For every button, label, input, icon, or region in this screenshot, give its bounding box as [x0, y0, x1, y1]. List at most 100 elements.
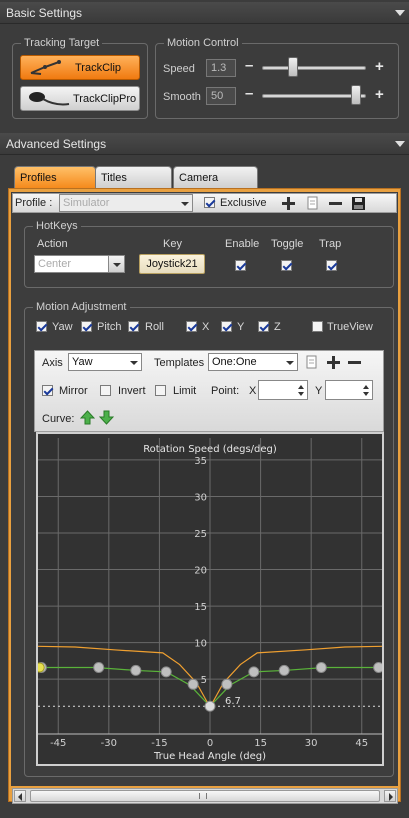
- trap-checkbox[interactable]: [326, 260, 337, 271]
- axis-select-value: Yaw: [72, 356, 93, 368]
- trackclip-button[interactable]: TrackClip: [20, 55, 140, 80]
- enable-checkbox[interactable]: [235, 260, 246, 271]
- copy-icon[interactable]: [305, 196, 320, 211]
- minus-icon[interactable]: [328, 196, 343, 211]
- grip-icon: [199, 793, 207, 799]
- curve-control-point: [373, 661, 385, 673]
- scroll-right-button[interactable]: [384, 790, 396, 802]
- curve-chart[interactable]: 5 10 15 20 25 30 35 -45 -30 -15 0 15 30 45 Rotation Sp…: [34, 432, 385, 766]
- y-tick-label: 5: [201, 675, 207, 686]
- smooth-label: Smooth: [163, 91, 201, 103]
- limit-checkbox[interactable]: [155, 385, 166, 396]
- minus-icon[interactable]: [347, 355, 362, 370]
- profile-select[interactable]: Simulator: [59, 194, 193, 212]
- exclusive-label: Exclusive: [220, 197, 267, 209]
- hotkeys-title: HotKeys: [33, 219, 81, 233]
- action-dropdown-button[interactable]: [108, 255, 125, 273]
- arrow-down-icon[interactable]: [99, 410, 114, 425]
- motion-adjustment-title: Motion Adjustment: [33, 300, 130, 314]
- speed-decrease-button[interactable]: –: [245, 58, 253, 73]
- scroll-left-button[interactable]: [14, 790, 26, 802]
- mirror-checkbox[interactable]: [42, 385, 53, 396]
- scroll-thumb[interactable]: [30, 790, 380, 802]
- key-button-label: Joystick21: [146, 258, 198, 270]
- trackclippro-device-icon: [29, 92, 70, 106]
- curve-control-point: [278, 664, 290, 676]
- chevron-left-icon: [18, 793, 22, 801]
- axis-select[interactable]: Yaw: [68, 353, 142, 371]
- tab-profiles[interactable]: Profiles: [14, 166, 96, 188]
- smooth-decrease-button[interactable]: –: [245, 86, 253, 101]
- y-checkbox[interactable]: [221, 321, 232, 332]
- trueview-checkbox[interactable]: [312, 321, 323, 332]
- point-x-spinner[interactable]: [258, 380, 308, 400]
- add-icon[interactable]: [281, 196, 296, 211]
- smooth-slider-thumb[interactable]: [351, 85, 362, 105]
- y-tick-label: 30: [194, 492, 207, 503]
- basic-settings-header[interactable]: Basic Settings: [0, 2, 409, 24]
- x-axis-label: True Head Angle (deg): [153, 751, 266, 762]
- chevron-down-icon: [113, 263, 121, 267]
- curve-control-point: [130, 664, 142, 676]
- reference-label: 6.7: [225, 696, 241, 707]
- x-checkbox[interactable]: [186, 321, 197, 332]
- trackclippro-button[interactable]: TrackClipPro: [20, 86, 140, 111]
- speed-label: Speed: [163, 63, 195, 75]
- speed-slider-thumb[interactable]: [288, 57, 299, 77]
- collapse-arrow-icon[interactable]: [395, 10, 405, 16]
- action-header: Action: [37, 238, 68, 250]
- roll-checkbox[interactable]: [128, 321, 139, 332]
- invert-checkbox[interactable]: [100, 385, 111, 396]
- templates-select[interactable]: One:One: [208, 353, 298, 371]
- key-button[interactable]: Joystick21: [139, 254, 205, 274]
- tab-titles[interactable]: Titles: [95, 166, 172, 188]
- motion-control-group: Motion Control: [155, 36, 399, 119]
- curve-control-point: [93, 661, 105, 673]
- copy-icon[interactable]: [304, 355, 319, 370]
- trackclip-label: TrackClip: [75, 62, 122, 74]
- arrow-up-icon[interactable]: [80, 410, 95, 425]
- basic-settings-label: Basic Settings: [6, 6, 83, 20]
- advanced-settings-label: Advanced Settings: [6, 137, 107, 151]
- pitch-checkbox[interactable]: [81, 321, 92, 332]
- exclusive-checkbox[interactable]: [204, 197, 215, 208]
- smooth-increase-button[interactable]: +: [375, 87, 384, 102]
- tab-camera[interactable]: Camera: [173, 166, 258, 188]
- trueview-label: TrueView: [327, 321, 373, 333]
- y-label: Y: [237, 321, 245, 333]
- curve-label: Curve:: [42, 413, 75, 425]
- y-tick-label: 15: [194, 602, 207, 613]
- x-tick-label: 15: [254, 738, 267, 749]
- toggle-checkbox[interactable]: [281, 260, 292, 271]
- y-tick-label: 20: [194, 566, 207, 577]
- x-tick-label: 45: [355, 738, 368, 749]
- speed-increase-button[interactable]: +: [375, 59, 384, 74]
- collapse-arrow-icon[interactable]: [395, 141, 405, 147]
- templates-label: Templates: [154, 357, 205, 369]
- curve-control-point: [221, 678, 233, 690]
- selected-control-point: [34, 662, 45, 673]
- mirror-label: Mirror: [59, 385, 88, 397]
- action-select-value: Center: [38, 258, 72, 270]
- pitch-label: Pitch: [97, 321, 122, 333]
- trackclippro-label: TrackClipPro: [73, 93, 137, 105]
- roll-label: Roll: [145, 321, 164, 333]
- yaw-checkbox[interactable]: [36, 321, 47, 332]
- add-icon[interactable]: [326, 355, 341, 370]
- advanced-settings-header[interactable]: Advanced Settings: [0, 133, 409, 155]
- motion-control-title: Motion Control: [164, 36, 242, 50]
- tab-camera-label: Camera: [179, 172, 219, 184]
- enable-header: Enable: [225, 238, 260, 250]
- curve-control-point: [160, 666, 172, 678]
- x-tick-label: 0: [207, 738, 213, 749]
- x-tick-label: -45: [50, 738, 66, 749]
- point-y-spinner[interactable]: [325, 380, 373, 400]
- curve-control-point: [187, 678, 199, 690]
- key-header: Key: [163, 238, 182, 250]
- curve-control-point: [248, 666, 260, 678]
- curve-chart-svg[interactable]: 5 10 15 20 25 30 35 -45 -30 -15 0 15 30 45 Rotation Sp…: [34, 434, 385, 764]
- save-icon[interactable]: [351, 196, 366, 211]
- z-checkbox[interactable]: [258, 321, 269, 332]
- smooth-value: 50: [206, 87, 236, 105]
- speed-slider[interactable]: [262, 66, 366, 70]
